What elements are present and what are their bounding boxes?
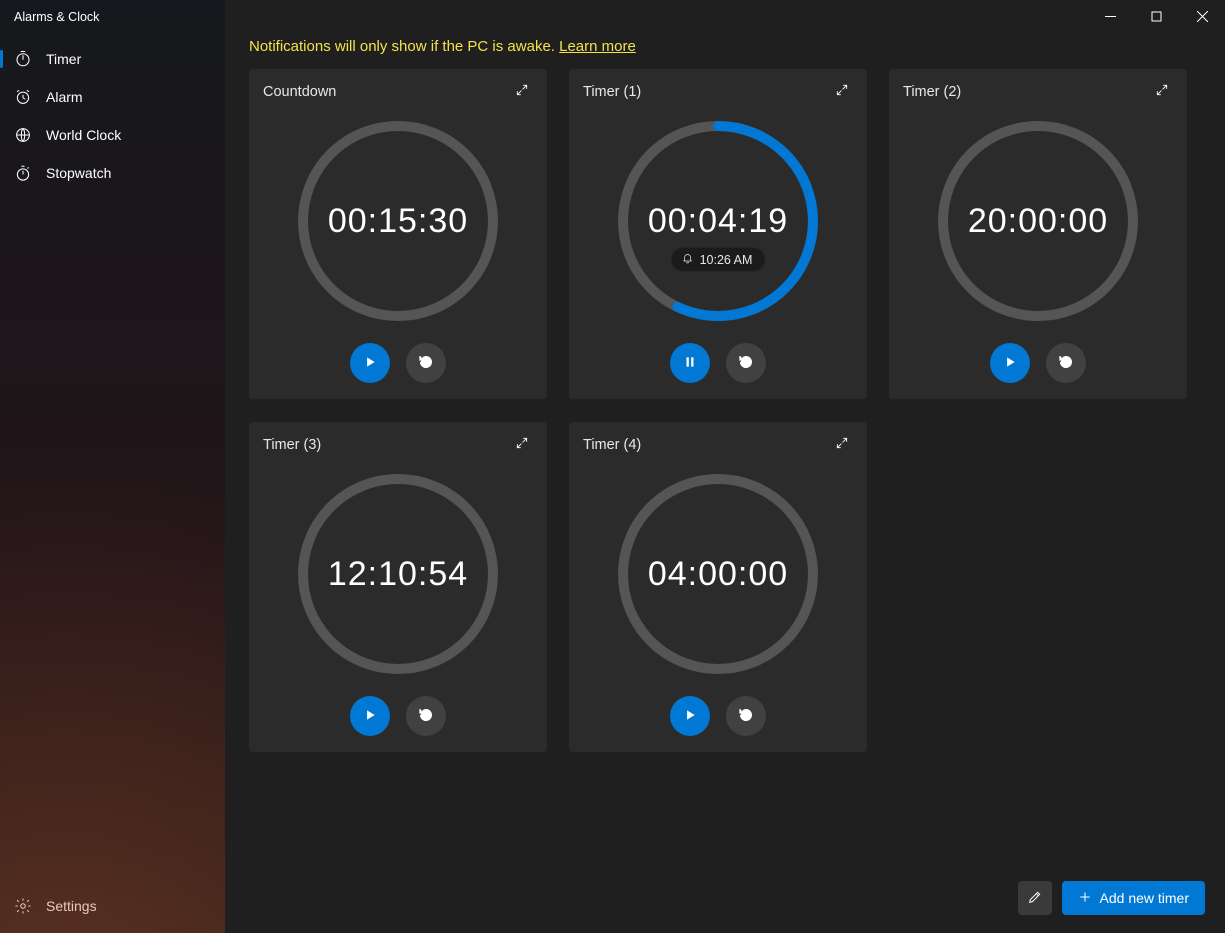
- pause-icon: [683, 355, 697, 372]
- timer-card: Timer (1)00:04:1910:26 AM: [569, 69, 867, 399]
- timer-icon: [14, 50, 32, 68]
- play-icon: [683, 708, 697, 725]
- reset-button[interactable]: [726, 343, 766, 383]
- reset-icon: [738, 707, 754, 726]
- play-button[interactable]: [990, 343, 1030, 383]
- learn-more-link[interactable]: Learn more: [559, 38, 636, 55]
- main-content: Notifications will only show if the PC i…: [225, 0, 1225, 933]
- play-icon: [363, 355, 377, 372]
- sidebar-item-world-clock[interactable]: World Clock: [0, 116, 225, 154]
- expand-button[interactable]: [1151, 81, 1173, 103]
- add-new-timer-button[interactable]: Add new timer: [1062, 881, 1205, 915]
- reset-icon: [738, 354, 754, 373]
- plus-icon: [1078, 890, 1092, 907]
- expand-button[interactable]: [831, 434, 853, 456]
- sidebar-item-timer[interactable]: Timer: [0, 40, 225, 78]
- timer-name: Timer (2): [903, 84, 961, 100]
- sidebar-item-label: Stopwatch: [46, 165, 111, 181]
- notification-banner: Notifications will only show if the PC i…: [225, 32, 1225, 69]
- expand-icon: [1155, 83, 1169, 101]
- gear-icon: [14, 897, 32, 915]
- expand-icon: [515, 436, 529, 454]
- timer-grid: Countdown00:15:30Timer (1)00:04:1910:26 …: [225, 69, 1225, 752]
- bell-icon: [682, 252, 694, 267]
- sidebar: Alarms & Clock Timer Alarm W: [0, 0, 225, 933]
- sidebar-item-label: Alarm: [46, 89, 83, 105]
- expand-button[interactable]: [511, 81, 533, 103]
- expand-icon: [515, 83, 529, 101]
- settings-label: Settings: [46, 898, 97, 914]
- timer-name: Timer (4): [583, 437, 641, 453]
- window-titlebar: [225, 0, 1225, 32]
- timer-eta-badge: 10:26 AM: [671, 247, 766, 272]
- window-maximize-button[interactable]: [1133, 0, 1179, 32]
- timer-eta: 10:26 AM: [700, 253, 753, 267]
- play-button[interactable]: [350, 696, 390, 736]
- reset-button[interactable]: [406, 343, 446, 383]
- timer-card: Timer (2)20:00:00: [889, 69, 1187, 399]
- expand-button[interactable]: [831, 81, 853, 103]
- timer-name: Timer (1): [583, 84, 641, 100]
- sidebar-item-settings[interactable]: Settings: [0, 885, 225, 933]
- play-icon: [363, 708, 377, 725]
- alarm-icon: [14, 88, 32, 106]
- add-new-timer-label: Add new timer: [1100, 890, 1189, 906]
- notification-text: Notifications will only show if the PC i…: [249, 38, 559, 55]
- reset-icon: [418, 707, 434, 726]
- world-clock-icon: [14, 126, 32, 144]
- timer-card: Timer (4)04:00:00: [569, 422, 867, 752]
- sidebar-item-label: Timer: [46, 51, 81, 67]
- reset-button[interactable]: [1046, 343, 1086, 383]
- reset-button[interactable]: [726, 696, 766, 736]
- window-minimize-button[interactable]: [1087, 0, 1133, 32]
- pause-button[interactable]: [670, 343, 710, 383]
- nav: Timer Alarm World Clock St: [0, 40, 225, 192]
- sidebar-item-label: World Clock: [46, 127, 121, 143]
- app-title: Alarms & Clock: [0, 0, 225, 40]
- footer-actions: Add new timer: [1018, 881, 1205, 915]
- timer-name: Timer (3): [263, 437, 321, 453]
- expand-icon: [835, 83, 849, 101]
- expand-button[interactable]: [511, 434, 533, 456]
- edit-timers-button[interactable]: [1018, 881, 1052, 915]
- play-icon: [1003, 355, 1017, 372]
- timer-name: Countdown: [263, 84, 336, 100]
- window-close-button[interactable]: [1179, 0, 1225, 32]
- reset-icon: [1058, 354, 1074, 373]
- reset-button[interactable]: [406, 696, 446, 736]
- play-button[interactable]: [350, 343, 390, 383]
- expand-icon: [835, 436, 849, 454]
- sidebar-item-alarm[interactable]: Alarm: [0, 78, 225, 116]
- play-button[interactable]: [670, 696, 710, 736]
- pencil-icon: [1027, 889, 1043, 908]
- timer-card: Countdown00:15:30: [249, 69, 547, 399]
- timer-card: Timer (3)12:10:54: [249, 422, 547, 752]
- sidebar-item-stopwatch[interactable]: Stopwatch: [0, 154, 225, 192]
- stopwatch-icon: [14, 164, 32, 182]
- reset-icon: [418, 354, 434, 373]
